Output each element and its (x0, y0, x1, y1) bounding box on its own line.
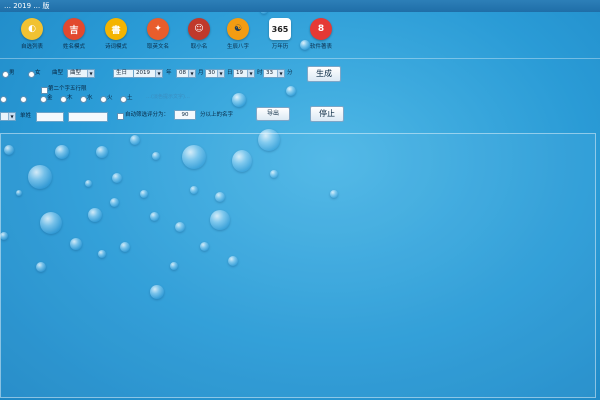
element-water-label: 水 (87, 95, 93, 101)
flag-shield-icon: ✦ (147, 18, 169, 40)
surname-input[interactable] (36, 112, 64, 122)
toolbar-item-nickname[interactable]: ☺ 取小名 (181, 16, 217, 56)
auto-score-checkbox[interactable] (117, 113, 124, 120)
export-button-label: 导出 (266, 110, 279, 117)
toolbar-divider (0, 58, 600, 59)
day-select[interactable]: 30 ▼ (205, 69, 225, 78)
face-mask-icon: ☺ (188, 18, 210, 40)
name-badge-icon: 吉 (63, 18, 85, 40)
element-radio[interactable] (0, 96, 7, 103)
hour-unit: 时 (257, 70, 263, 76)
element-fire-radio[interactable] (100, 96, 107, 103)
surname-type-select[interactable]: ▼ (0, 112, 16, 121)
minute-value: 33 (266, 70, 273, 76)
chevron-down-icon: ▼ (277, 70, 284, 77)
element-metal-label: 金 (47, 95, 53, 101)
chevron-down-icon: ▼ (87, 70, 94, 77)
chevron-down-icon: ▼ (8, 113, 15, 120)
toolbar-item-label: 自选列表 (20, 44, 43, 50)
element-water-radio[interactable] (80, 96, 87, 103)
minute-select[interactable]: 33 ▼ (263, 69, 285, 78)
element-wood-radio[interactable] (60, 96, 67, 103)
chevron-down-icon: ▼ (155, 70, 162, 77)
score-value: 90 (181, 112, 189, 118)
main-toolbar: ◐ 自选列表 吉 姓名模式 書 诗词模式 ✦ 取英文名 ☺ 取小名 ☯ 生辰八字… (0, 14, 360, 56)
calendar-type-value: 曲型 (70, 70, 82, 76)
knot-icon: 8 (310, 18, 332, 40)
title-bar: … 2019 … 版 (0, 0, 600, 12)
day-unit: 日 (227, 70, 233, 76)
water-drop (286, 86, 296, 96)
year-select[interactable]: 2019 ▼ (133, 69, 163, 78)
surname-type-label: 单姓 (20, 113, 32, 119)
month-value: 08 (179, 70, 186, 76)
toolbar-item-label: 生辰八字 (226, 44, 249, 50)
yin-yang-icon: ☯ (227, 18, 249, 40)
hour-value: 19 (236, 70, 243, 76)
month-unit: 月 (198, 70, 204, 76)
name-input[interactable] (68, 112, 108, 122)
element-metal-radio[interactable] (40, 96, 47, 103)
export-button[interactable]: 导出 (256, 107, 290, 121)
toolbar-item-self-select[interactable]: ◐ 自选列表 (14, 16, 50, 56)
stop-button-label: 停止 (319, 109, 335, 118)
score-input[interactable]: 90 (174, 110, 196, 120)
element-fire-label: 火 (107, 95, 113, 101)
book-icon: 書 (105, 18, 127, 40)
water-drop (232, 93, 246, 107)
minute-unit: 分 (287, 70, 293, 76)
calendar-type-select[interactable]: 曲型 ▼ (67, 69, 95, 78)
hour-select[interactable]: 19 ▼ (233, 69, 255, 78)
toolbar-item-about[interactable]: 8 软件著表 (303, 16, 339, 56)
birth-type-value: 生日 (116, 70, 128, 76)
element-earth-radio[interactable] (120, 96, 127, 103)
gender-female-radio[interactable] (28, 71, 35, 78)
toolbar-item-label: 姓名模式 (62, 44, 85, 50)
element-earth-label: 土 (127, 95, 133, 101)
toolbar-item-bazi[interactable]: ☯ 生辰八字 (220, 16, 256, 56)
gender-male-radio[interactable] (2, 71, 9, 78)
toolbar-item-label: 取英文名 (146, 44, 169, 50)
year-unit: 年 (166, 70, 172, 76)
auto-score-label: 自动筛选评分为： (125, 112, 170, 118)
chevron-down-icon: ▼ (217, 70, 224, 77)
element-wood-label: 木 (67, 95, 73, 101)
toolbar-item-name-mode[interactable]: 吉 姓名模式 (56, 16, 92, 56)
gender-male-label: 男 (9, 70, 15, 76)
calendar-type-label: 曲型 (52, 70, 64, 76)
chevron-down-icon: ▼ (188, 70, 195, 77)
toolbar-item-label: 取小名 (190, 44, 208, 50)
month-select[interactable]: 08 ▼ (176, 69, 196, 78)
generate-button-label: 生成 (316, 69, 332, 78)
year-value: 2019 (136, 70, 150, 76)
calendar-365-icon: 365 (269, 18, 291, 40)
score-suffix-label: 分以上的名字 (200, 112, 234, 118)
results-area[interactable] (0, 133, 596, 398)
stop-button[interactable]: 停止 (310, 106, 344, 122)
toolbar-item-label: 诗词模式 (104, 44, 127, 50)
globe-icon: ◐ (21, 18, 43, 40)
faint-hint-text: …(淡色提示文字)… (146, 94, 190, 100)
toolbar-item-poetry-mode[interactable]: 書 诗词模式 (98, 16, 134, 56)
generate-button[interactable]: 生成 (307, 66, 341, 82)
toolbar-item-label: 软件著表 (309, 44, 332, 50)
gender-female-label: 女 (35, 70, 41, 76)
day-value: 30 (208, 70, 215, 76)
chevron-down-icon: ▼ (247, 70, 254, 77)
toolbar-item-label: 万年历 (271, 44, 289, 50)
toolbar-item-calendar[interactable]: 365 万年历 (262, 16, 298, 56)
window-title: … 2019 … 版 (4, 2, 50, 10)
toolbar-item-english-name[interactable]: ✦ 取英文名 (140, 16, 176, 56)
element-radio[interactable] (20, 96, 27, 103)
